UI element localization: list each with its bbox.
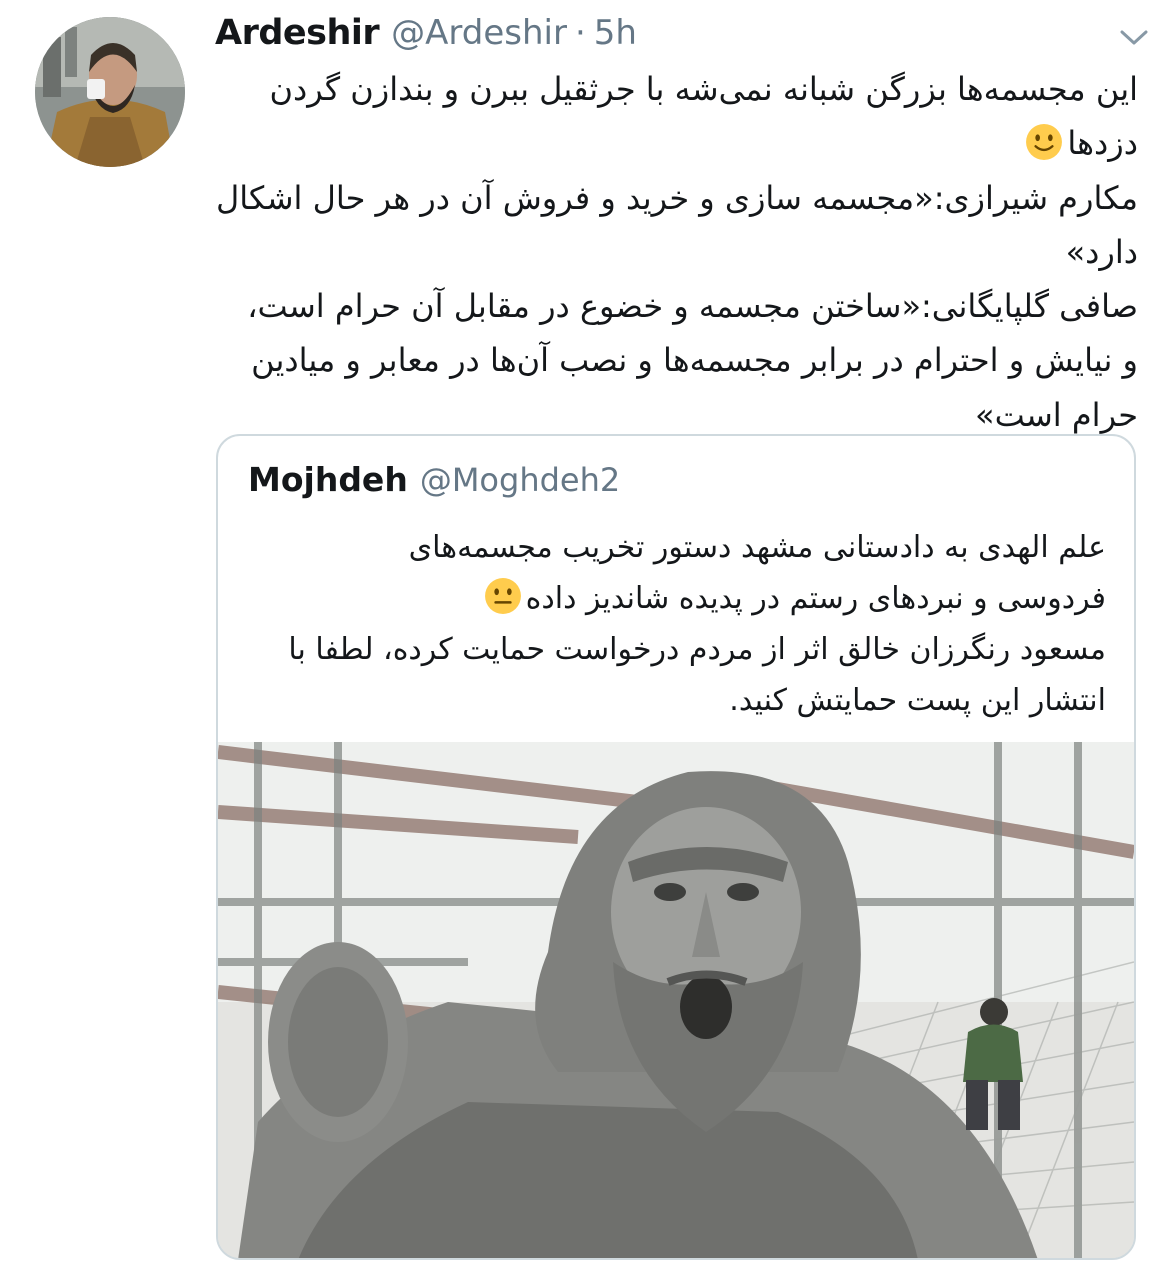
tweet-text-line: صافی گلپایگانی:«ساختن مجسمه و خضوع در مق… — [247, 287, 1138, 326]
tweet-text: این مجسمه‌ها بزرگن شبانه نمی‌شه با جرثقی… — [216, 62, 1138, 442]
quoted-text-line: مسعود رنگرزان خالق اثر از مردم درخواست ح… — [288, 632, 1106, 667]
tweet-text-line: دزدها — [218, 116, 1138, 170]
quoted-author-handle[interactable]: @Moghdeh2 — [420, 461, 620, 499]
tweet-text-line: مکارم شیرازی:«مجسمه سازی و خرید و فروش آ… — [216, 178, 1138, 217]
neutral-face-icon — [484, 578, 521, 614]
quoted-tweet-header: Mojhdeh @Moghdeh2 — [248, 460, 620, 499]
quoted-tweet[interactable]: Mojhdeh @Moghdeh2 علم الهدی به دادستانی … — [216, 434, 1136, 1260]
quoted-author-name[interactable]: Mojhdeh — [248, 460, 408, 499]
tweet[interactable]: Ardeshir @Ardeshir · 5h این مجسمه‌ها بزر… — [0, 0, 1171, 1280]
chevron-down-icon[interactable] — [1119, 28, 1149, 48]
quoted-text-line: فردوسی و نبردهای رستم در پدیده شاندیز دا… — [238, 573, 1106, 624]
timestamp[interactable]: 5h — [594, 13, 637, 53]
quoted-text-line: علم الهدی به دادستانی مشهد دستور تخریب م… — [408, 530, 1106, 565]
tweet-text-line: و نیایش و احترام در برابر مجسمه‌ها و نصب… — [251, 341, 1138, 380]
quoted-text-line: انتشار این پست حمایتش کنید. — [729, 683, 1106, 718]
quoted-text-segment: فردوسی و نبردهای رستم در پدیده شاندیز دا… — [525, 581, 1106, 616]
author-handle[interactable]: @Ardeshir — [391, 13, 567, 53]
avatar[interactable] — [35, 17, 185, 167]
author-name[interactable]: Ardeshir — [215, 13, 380, 53]
tweet-header: Ardeshir @Ardeshir · 5h — [215, 10, 637, 56]
statue-photo[interactable] — [218, 742, 1134, 1258]
tweet-text-line: دارد» — [1065, 232, 1138, 271]
tweet-text-line: این مجسمه‌ها بزرگن شبانه نمی‌شه با جرثقی… — [269, 70, 1138, 108]
tweet-text-segment: دزدها — [1067, 124, 1138, 163]
slightly-smiling-face-icon — [1026, 124, 1063, 161]
quoted-tweet-text: علم الهدی به دادستانی مشهد دستور تخریب م… — [238, 522, 1106, 726]
separator-dot: · — [574, 13, 586, 53]
